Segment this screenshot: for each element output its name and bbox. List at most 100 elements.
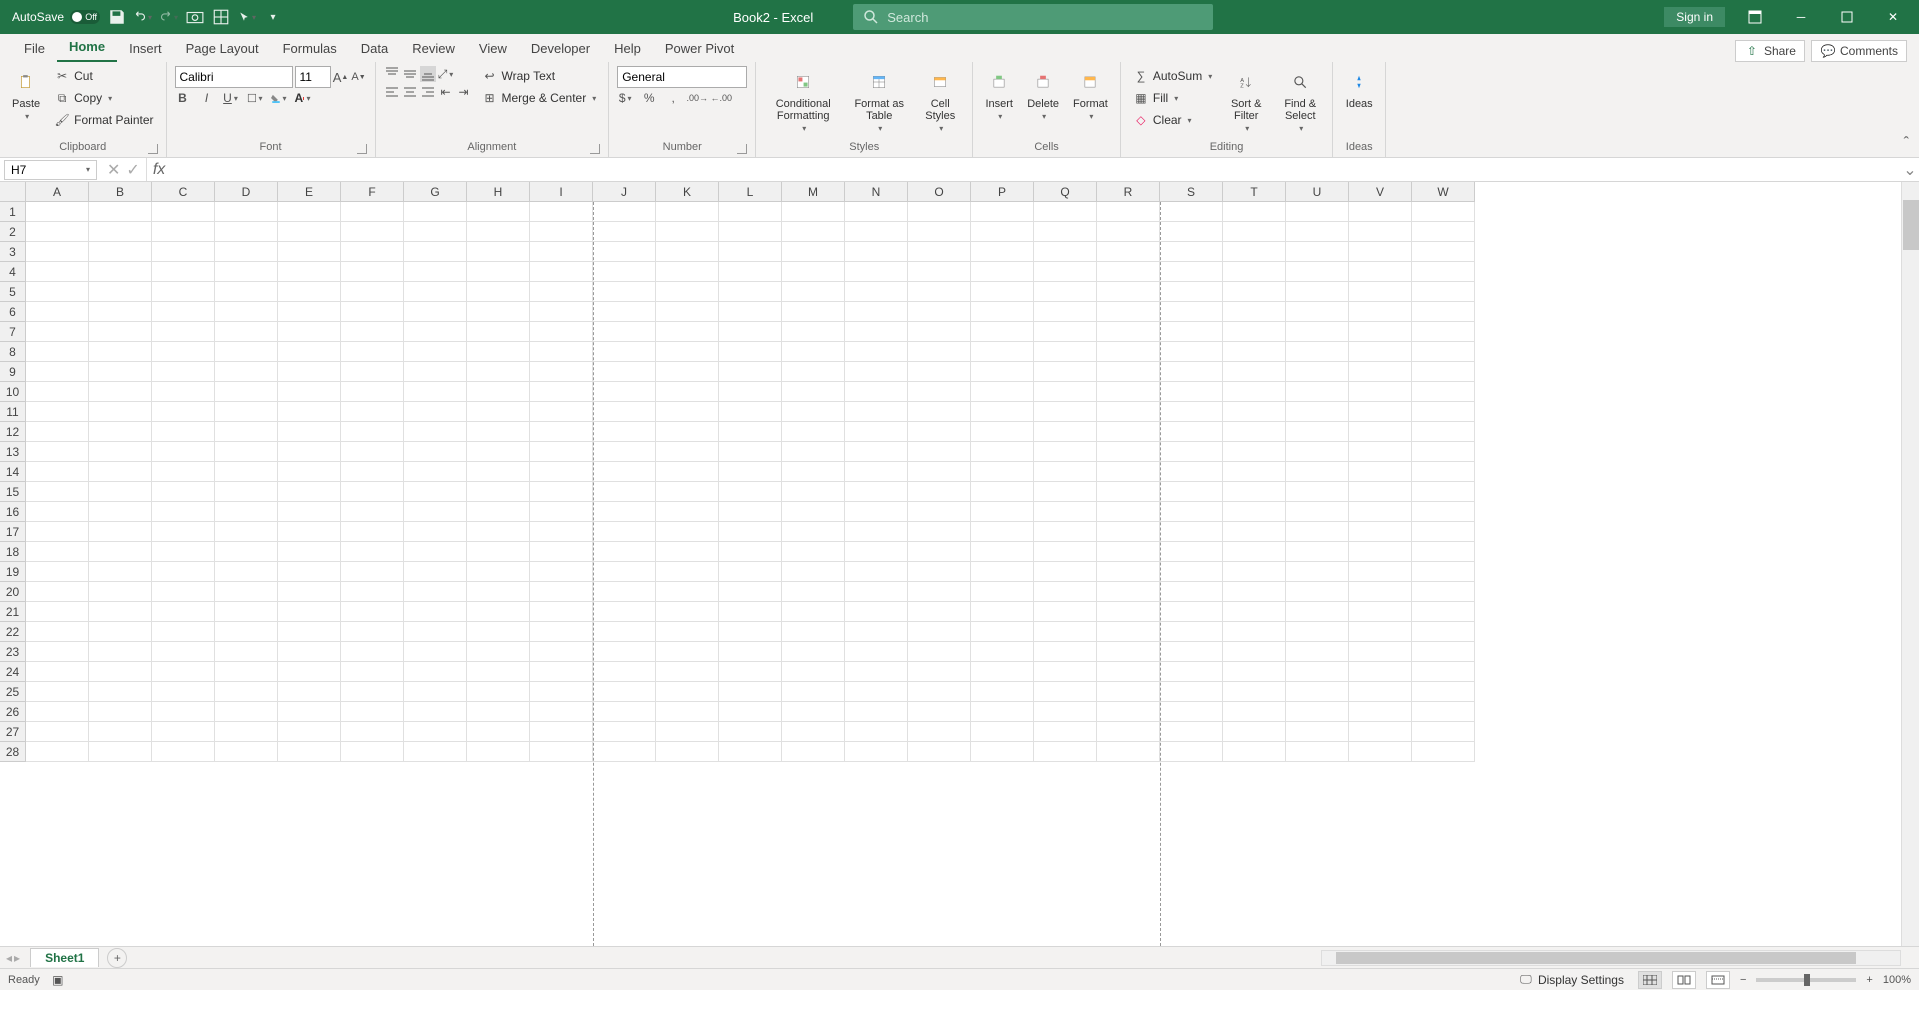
cell-C3[interactable] [152,242,215,262]
cell-C4[interactable] [152,262,215,282]
cell-M15[interactable] [782,482,845,502]
row-header-2[interactable]: 2 [0,222,26,242]
cell-B23[interactable] [89,642,152,662]
cell-N9[interactable] [845,362,908,382]
autosum-button[interactable]: ∑AutoSum▾ [1129,66,1216,86]
cell-K17[interactable] [656,522,719,542]
cell-V19[interactable] [1349,562,1412,582]
cell-M6[interactable] [782,302,845,322]
vertical-scrollbar[interactable] [1901,182,1919,946]
cell-K23[interactable] [656,642,719,662]
tab-home[interactable]: Home [57,33,117,62]
cell-P11[interactable] [971,402,1034,422]
cell-Q15[interactable] [1034,482,1097,502]
cell-A14[interactable] [26,462,89,482]
cell-E27[interactable] [278,722,341,742]
cell-R10[interactable] [1097,382,1160,402]
col-header-R[interactable]: R [1097,182,1160,202]
cell-N16[interactable] [845,502,908,522]
cell-U1[interactable] [1286,202,1349,222]
cell-M5[interactable] [782,282,845,302]
cell-B27[interactable] [89,722,152,742]
zoom-level[interactable]: 100% [1883,974,1911,986]
cell-G3[interactable] [404,242,467,262]
cell-R2[interactable] [1097,222,1160,242]
cell-H8[interactable] [467,342,530,362]
cell-I6[interactable] [530,302,593,322]
cell-I7[interactable] [530,322,593,342]
cell-L22[interactable] [719,622,782,642]
cell-W6[interactable] [1412,302,1475,322]
row-header-3[interactable]: 3 [0,242,26,262]
name-box[interactable]: H7▾ [4,160,97,180]
cell-L13[interactable] [719,442,782,462]
cell-Q8[interactable] [1034,342,1097,362]
cell-B12[interactable] [89,422,152,442]
cell-S28[interactable] [1160,742,1223,762]
cell-G19[interactable] [404,562,467,582]
col-header-D[interactable]: D [215,182,278,202]
cell-C21[interactable] [152,602,215,622]
cell-I15[interactable] [530,482,593,502]
cell-J4[interactable] [593,262,656,282]
cell-E10[interactable] [278,382,341,402]
cell-R12[interactable] [1097,422,1160,442]
row-header-7[interactable]: 7 [0,322,26,342]
cell-V8[interactable] [1349,342,1412,362]
sort-filter-button[interactable]: AZSort & Filter▾ [1222,66,1270,135]
cell-K1[interactable] [656,202,719,222]
cell-W8[interactable] [1412,342,1475,362]
cell-H4[interactable] [467,262,530,282]
row-header-5[interactable]: 5 [0,282,26,302]
cell-N1[interactable] [845,202,908,222]
decrease-indent-icon[interactable]: ⇤ [438,84,454,100]
cell-O9[interactable] [908,362,971,382]
cell-N12[interactable] [845,422,908,442]
cell-U17[interactable] [1286,522,1349,542]
cell-A15[interactable] [26,482,89,502]
cell-B22[interactable] [89,622,152,642]
cell-N6[interactable] [845,302,908,322]
cell-A28[interactable] [26,742,89,762]
cell-L19[interactable] [719,562,782,582]
cell-S27[interactable] [1160,722,1223,742]
cell-I23[interactable] [530,642,593,662]
cell-U22[interactable] [1286,622,1349,642]
cell-F23[interactable] [341,642,404,662]
cell-H28[interactable] [467,742,530,762]
cell-U25[interactable] [1286,682,1349,702]
cell-O17[interactable] [908,522,971,542]
cell-C1[interactable] [152,202,215,222]
cell-F28[interactable] [341,742,404,762]
comments-button[interactable]: 💬Comments [1811,40,1907,62]
cell-Q18[interactable] [1034,542,1097,562]
cell-A24[interactable] [26,662,89,682]
cell-J17[interactable] [593,522,656,542]
cell-M11[interactable] [782,402,845,422]
cell-T11[interactable] [1223,402,1286,422]
cell-A9[interactable] [26,362,89,382]
cell-N15[interactable] [845,482,908,502]
cell-O5[interactable] [908,282,971,302]
cell-L5[interactable] [719,282,782,302]
cell-L14[interactable] [719,462,782,482]
row-header-4[interactable]: 4 [0,262,26,282]
cell-N26[interactable] [845,702,908,722]
cell-P26[interactable] [971,702,1034,722]
cell-C24[interactable] [152,662,215,682]
cell-H17[interactable] [467,522,530,542]
cell-B18[interactable] [89,542,152,562]
cell-P22[interactable] [971,622,1034,642]
cell-I20[interactable] [530,582,593,602]
cell-F15[interactable] [341,482,404,502]
underline-icon[interactable]: U▾ [223,90,239,106]
search-input[interactable] [887,10,1203,25]
row-header-10[interactable]: 10 [0,382,26,402]
cell-D28[interactable] [215,742,278,762]
cell-L16[interactable] [719,502,782,522]
col-header-P[interactable]: P [971,182,1034,202]
cell-A6[interactable] [26,302,89,322]
cell-S2[interactable] [1160,222,1223,242]
cell-J12[interactable] [593,422,656,442]
cell-T25[interactable] [1223,682,1286,702]
